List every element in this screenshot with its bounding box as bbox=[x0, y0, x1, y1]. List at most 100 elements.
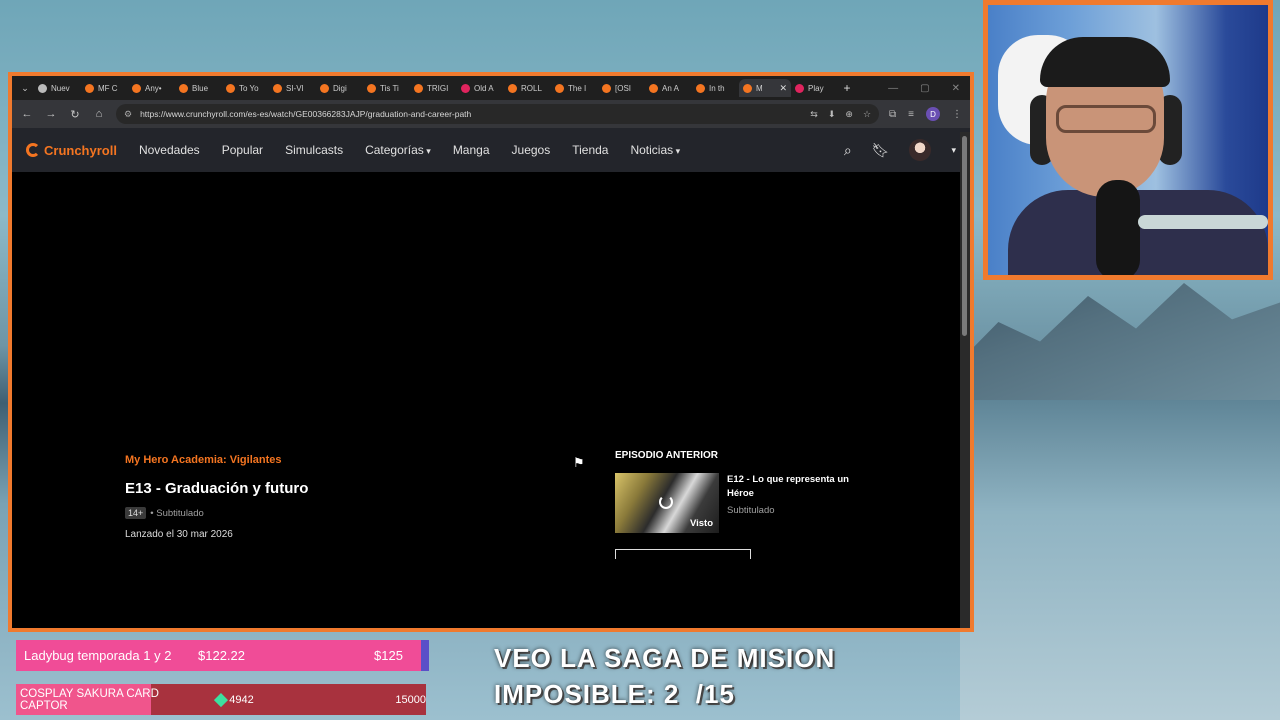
browser-tab[interactable]: Old A bbox=[457, 79, 504, 97]
new-tab-icon[interactable]: + bbox=[838, 81, 856, 95]
reload-icon[interactable]: ↻ bbox=[68, 108, 82, 121]
tab-favicon-icon bbox=[602, 83, 611, 93]
release-date: Lanzado el 30 mar 2026 bbox=[125, 529, 233, 540]
nav-juegos[interactable]: Juegos bbox=[512, 143, 551, 157]
tab-close-icon[interactable]: ✕ bbox=[779, 83, 787, 94]
browser-tab[interactable]: In th bbox=[692, 79, 739, 97]
forward-icon[interactable]: → bbox=[44, 108, 58, 120]
tab-label: Digi bbox=[333, 83, 347, 93]
browser-tab[interactable]: Tis Ti bbox=[363, 79, 410, 97]
crunchyroll-logo-icon bbox=[26, 143, 40, 157]
install-icon[interactable]: ⬇ bbox=[828, 109, 836, 120]
browser-tab[interactable]: The I bbox=[551, 79, 598, 97]
mic-arm bbox=[1138, 215, 1268, 229]
address-bar: ← → ↻ ⌂ ⚙ https://www.crunchyroll.com/es… bbox=[12, 100, 970, 128]
tab-label: Nuev bbox=[51, 83, 70, 93]
tab-favicon-icon bbox=[38, 83, 47, 93]
browser-tab[interactable]: Any• bbox=[128, 79, 175, 97]
browser-tab[interactable]: Digi bbox=[316, 79, 363, 97]
stream-message-line1: VEO LA SAGA DE MISION bbox=[494, 643, 836, 673]
goal2-current: 4942 bbox=[229, 693, 254, 706]
tab-favicon-icon bbox=[461, 83, 470, 93]
gem-icon bbox=[213, 692, 228, 707]
profile-avatar[interactable]: D bbox=[926, 107, 940, 121]
close-window-icon[interactable]: ✕ bbox=[952, 83, 960, 94]
browser-tab[interactable]: ROLL bbox=[504, 79, 551, 97]
user-avatar[interactable] bbox=[909, 139, 932, 161]
tab-favicon-icon bbox=[226, 83, 235, 93]
tab-label: Play bbox=[808, 83, 824, 93]
browser-tab[interactable]: Blue bbox=[175, 79, 222, 97]
window-controls: — ▢ ✕ bbox=[888, 83, 970, 94]
back-icon[interactable]: ← bbox=[20, 108, 34, 120]
episode-title: E13 - Graduación y futuro bbox=[125, 480, 309, 497]
zoom-icon[interactable]: ⊕ bbox=[845, 109, 853, 120]
page-scrollbar[interactable] bbox=[960, 132, 970, 628]
episode-info: My Hero Academia: Vigilantes E13 - Gradu… bbox=[125, 454, 595, 540]
browser-tab[interactable]: Nuev bbox=[34, 79, 81, 97]
more-episodes-button[interactable] bbox=[615, 549, 751, 559]
nav-manga[interactable]: Manga bbox=[453, 143, 490, 157]
previous-episode-audio: Subtitulado bbox=[727, 504, 775, 516]
episode-meta: 14+ • Subtitulado bbox=[125, 507, 595, 519]
bookmark-icon[interactable]: ⚑ bbox=[573, 455, 585, 471]
tab-favicon-icon bbox=[132, 83, 141, 93]
omnibox-actions: ⇆ ⬇ ⊕ ☆ bbox=[810, 109, 871, 120]
watchlist-icon[interactable]: 🔖︎ bbox=[872, 142, 890, 159]
browser-tab[interactable]: Play bbox=[791, 79, 838, 97]
crunchyroll-logo[interactable]: Crunchyroll bbox=[26, 143, 117, 158]
home-icon[interactable]: ⌂ bbox=[92, 108, 106, 120]
tab-favicon-icon bbox=[85, 83, 94, 93]
goal1-label: Ladybug temporada 1 y 2 bbox=[24, 648, 172, 663]
menu-icon[interactable]: ⋮ bbox=[952, 109, 962, 120]
previous-episode-title[interactable]: E12 - Lo que representa un Héroe bbox=[727, 473, 857, 502]
browser-tab[interactable]: An A bbox=[645, 79, 692, 97]
tab-favicon-icon bbox=[649, 83, 658, 93]
tab-search-icon[interactable]: ⌄ bbox=[16, 83, 34, 94]
url-text[interactable]: https://www.crunchyroll.com/es-es/watch/… bbox=[140, 109, 802, 119]
nav-simulcasts[interactable]: Simulcasts bbox=[285, 143, 343, 157]
watched-label: Visto bbox=[689, 518, 713, 529]
browser-tab[interactable]: SI-VI bbox=[269, 79, 316, 97]
scrollbar-thumb[interactable] bbox=[962, 136, 967, 336]
previous-episode-card[interactable]: Visto E12 - Lo que representa un Héroe S… bbox=[615, 473, 875, 533]
series-link[interactable]: My Hero Academia: Vigilantes bbox=[125, 454, 595, 466]
rating-badge: 14+ bbox=[125, 507, 147, 519]
tab-favicon-icon bbox=[414, 83, 423, 93]
goal2-label: COSPLAY SAKURA CARD CAPTOR bbox=[20, 687, 159, 712]
browser-tab[interactable]: [OSI bbox=[598, 79, 645, 97]
nav-noticias[interactable]: Noticias bbox=[630, 143, 680, 157]
browser-tab[interactable]: M ✕ bbox=[739, 79, 791, 97]
minimize-icon[interactable]: — bbox=[888, 83, 898, 94]
nav-tienda[interactable]: Tienda bbox=[572, 143, 608, 157]
stream-message: VEO LA SAGA DE MISION IMPOSIBLE: 2 /15 bbox=[494, 640, 835, 712]
background-mountains bbox=[960, 283, 1280, 400]
tab-favicon-icon bbox=[795, 83, 804, 93]
goal2-target: 15000 bbox=[395, 693, 426, 706]
nav-novedades[interactable]: Novedades bbox=[139, 143, 200, 157]
microphone bbox=[1096, 180, 1140, 275]
browser-tab[interactable]: To Yo bbox=[222, 79, 269, 97]
nav-popular[interactable]: Popular bbox=[222, 143, 263, 157]
extensions-icon[interactable]: ⧉ bbox=[889, 109, 896, 120]
maximize-icon[interactable]: ▢ bbox=[920, 83, 929, 94]
browser-window: ⌄ Nuev MF C Any• Blue To Yo SI-VI Digi Tis Ti TR… bbox=[8, 72, 974, 632]
replay-icon bbox=[659, 495, 673, 509]
star-icon[interactable]: ☆ bbox=[863, 109, 871, 120]
webcam-glasses bbox=[1056, 105, 1156, 133]
media-icon[interactable]: ≡ bbox=[908, 109, 914, 120]
translate-icon[interactable]: ⇆ bbox=[810, 109, 818, 120]
browser-tab[interactable]: MF C bbox=[81, 79, 128, 97]
browser-tab[interactable]: TRIGI bbox=[410, 79, 457, 97]
site-info-icon[interactable]: ⚙ bbox=[124, 109, 132, 120]
search-icon[interactable]: ⌕ bbox=[844, 142, 852, 159]
episode-thumbnail[interactable]: Visto bbox=[615, 473, 719, 533]
chevron-down-icon[interactable]: ▾ bbox=[951, 145, 956, 156]
tab-favicon-icon bbox=[508, 83, 517, 93]
goal1-target: $125 bbox=[374, 648, 403, 663]
nav-categorias[interactable]: Categorías bbox=[365, 143, 431, 157]
tab-label: The I bbox=[568, 83, 587, 93]
goal1-current: $122.22 bbox=[198, 648, 245, 663]
tab-label: In th bbox=[709, 83, 725, 93]
omnibox[interactable]: ⚙ https://www.crunchyroll.com/es-es/watc… bbox=[116, 104, 880, 124]
